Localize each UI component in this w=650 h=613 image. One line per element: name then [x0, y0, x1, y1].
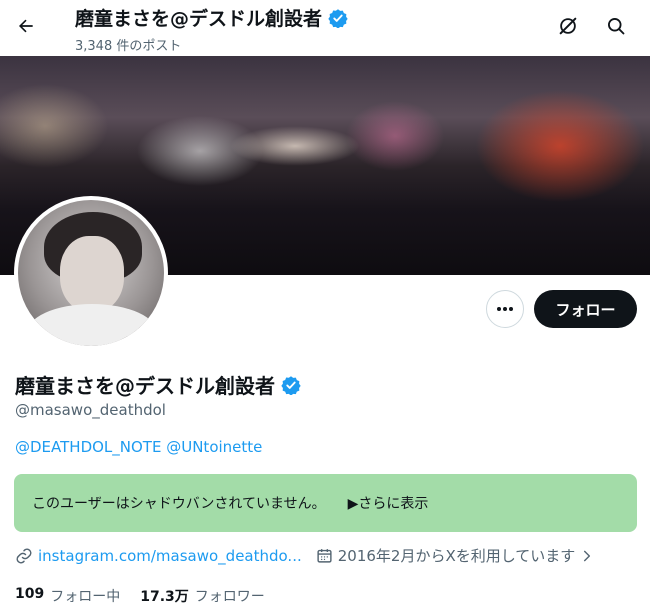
follow-stats: 109 フォロー中 17.3万 フォロワー	[15, 586, 265, 606]
verified-badge-icon	[328, 8, 348, 28]
followers-stat[interactable]: 17.3万 フォロワー	[140, 586, 265, 606]
following-label: フォロー中	[50, 589, 121, 605]
calendar-icon	[317, 549, 332, 563]
header-title: 磨童まさを@デスドル創設者	[75, 4, 348, 31]
chevron-right-icon	[584, 550, 591, 561]
website-item: instagram.com/masawo_deathdo...	[15, 547, 302, 565]
grok-icon	[559, 17, 577, 35]
post-count: 3,348 件のポスト	[75, 39, 182, 54]
shadowban-notice: このユーザーはシャドウバンされていません。 ▶さらに表示	[14, 474, 637, 532]
profile-meta: instagram.com/masawo_deathdo... 2016年2月か…	[15, 545, 594, 566]
join-date-text: 2016年2月からXを利用しています	[337, 547, 576, 565]
website-link[interactable]: instagram.com/masawo_deathdo...	[38, 547, 302, 565]
show-more-toggle[interactable]: ▶さらに表示	[348, 493, 429, 513]
header-name: 磨童まさを@デスドル創設者	[75, 8, 323, 30]
search-button[interactable]	[598, 8, 634, 44]
avatar-body	[26, 304, 158, 346]
follow-button[interactable]: フォロー	[534, 290, 637, 328]
profile-bio: @DEATHDOL_NOTE @UNtoinette	[15, 438, 262, 456]
verified-badge-icon[interactable]	[281, 375, 301, 395]
shadowban-text: このユーザーはシャドウバンされていません。	[32, 496, 326, 512]
link-icon	[16, 548, 32, 563]
profile-handle: @masawo_deathdol	[15, 401, 166, 419]
back-button[interactable]	[8, 8, 44, 44]
grok-button[interactable]	[550, 8, 586, 44]
search-icon	[608, 18, 625, 35]
avatar[interactable]	[14, 196, 168, 350]
back-arrow-icon	[19, 19, 33, 33]
followers-label: フォロワー	[194, 589, 265, 605]
profile-name: 磨童まさを@デスドル創設者	[15, 374, 275, 398]
followers-count: 17.3万	[140, 589, 189, 605]
bio-mention-link[interactable]: @UNtoinette	[166, 438, 262, 456]
avatar-face	[60, 236, 124, 312]
stage-light	[230, 126, 360, 166]
more-options-button[interactable]	[486, 290, 524, 328]
profile-name-row: 磨童まさを@デスドル創設者	[15, 370, 301, 399]
join-date-item[interactable]: 2016年2月からXを利用しています	[316, 545, 595, 566]
following-stat[interactable]: 109 フォロー中	[15, 586, 120, 606]
bio-mention-link[interactable]: @DEATHDOL_NOTE	[15, 438, 161, 456]
more-icon	[497, 307, 513, 311]
following-count: 109	[15, 586, 45, 602]
top-bar: 磨童まさを@デスドル創設者 3,348 件のポスト	[0, 0, 650, 56]
